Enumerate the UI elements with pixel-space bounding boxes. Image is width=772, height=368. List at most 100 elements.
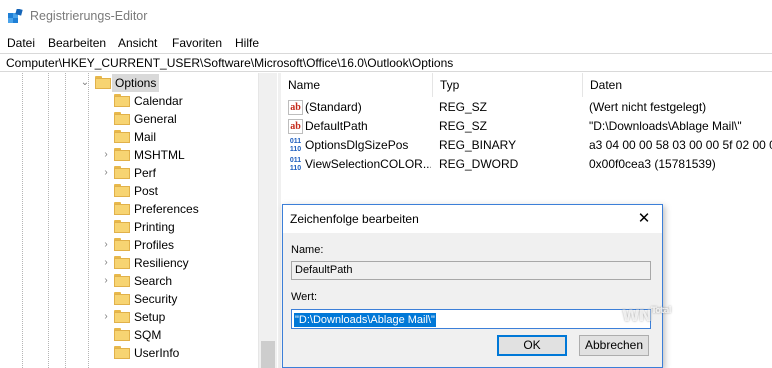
folder-icon bbox=[114, 130, 130, 143]
folder-icon bbox=[114, 94, 130, 107]
value-name-label: Name: bbox=[291, 244, 324, 256]
menu-ansicht[interactable]: Ansicht bbox=[118, 36, 157, 50]
chevron-right-icon[interactable]: › bbox=[101, 311, 111, 323]
chevron-down-icon[interactable]: ⌄ bbox=[80, 77, 90, 89]
value-row[interactable]: 011 110 OptionsDlgSizePos REG_BINARY a3 04 … bbox=[281, 136, 772, 155]
folder-icon bbox=[114, 346, 130, 359]
folder-icon bbox=[114, 148, 130, 161]
tree-item-label[interactable]: Profiles bbox=[131, 236, 177, 254]
folder-icon bbox=[114, 184, 130, 197]
registry-editor-icon bbox=[8, 9, 23, 23]
folder-icon bbox=[114, 292, 130, 305]
tree-item-label[interactable]: General bbox=[131, 110, 180, 128]
menu-hilfe[interactable]: Hilfe bbox=[235, 36, 259, 50]
menu-datei[interactable]: Datei bbox=[7, 36, 35, 50]
tree-item[interactable]: › Setup bbox=[0, 308, 258, 326]
tree-item[interactable]: General bbox=[0, 110, 258, 128]
binary-value-icon: 011 110 bbox=[289, 138, 302, 153]
folder-icon bbox=[114, 112, 130, 125]
tree-item[interactable]: › Search bbox=[0, 272, 258, 290]
chevron-right-icon[interactable]: › bbox=[101, 257, 111, 269]
tree-item[interactable]: Preferences bbox=[0, 200, 258, 218]
tree-scrollbar[interactable] bbox=[258, 73, 277, 368]
tree-scrollbar-thumb[interactable] bbox=[261, 341, 275, 368]
tree-item-label[interactable]: Security bbox=[131, 290, 180, 308]
cancel-button[interactable]: Abbrechen bbox=[579, 335, 649, 356]
column-header-data[interactable]: Daten bbox=[583, 73, 772, 97]
menu-bar: Datei Bearbeiten Ansicht Favoriten Hilfe bbox=[0, 34, 772, 52]
tree-item[interactable]: › Profiles bbox=[0, 236, 258, 254]
folder-icon bbox=[114, 256, 130, 269]
tree-item[interactable]: › Resiliency bbox=[0, 254, 258, 272]
menu-bearbeiten[interactable]: Bearbeiten bbox=[48, 36, 106, 50]
value-row[interactable]: ab (Standard) REG_SZ (Wert nicht festgelegt… bbox=[281, 98, 772, 117]
chevron-right-icon[interactable]: › bbox=[101, 167, 111, 179]
column-header-type[interactable]: Typ bbox=[433, 73, 583, 97]
folder-icon bbox=[114, 310, 130, 323]
close-icon[interactable]: ✕ bbox=[634, 209, 654, 229]
title-bar: Registrierungs-Editor bbox=[0, 0, 772, 32]
tree-item-label[interactable]: MSHTML bbox=[131, 146, 188, 164]
binary-value-icon: 011 110 bbox=[289, 157, 302, 172]
tree-item[interactable]: UserInfo bbox=[0, 344, 258, 362]
tree-item[interactable]: Calendar bbox=[0, 92, 258, 110]
value-data-cell: 0x00f0cea3 (15781539) bbox=[589, 157, 716, 171]
value-type-cell: REG_DWORD bbox=[439, 157, 519, 171]
chevron-right-icon[interactable]: › bbox=[101, 149, 111, 161]
value-name-cell: DefaultPath bbox=[305, 119, 368, 133]
chevron-right-icon[interactable]: › bbox=[101, 239, 111, 251]
folder-icon bbox=[114, 220, 130, 233]
value-data-text[interactable]: "D:\Downloads\Ablage Mail\" bbox=[294, 313, 436, 327]
tree-item-label[interactable]: Preferences bbox=[131, 200, 202, 218]
tree-item-label[interactable]: Resiliency bbox=[131, 254, 192, 272]
folder-icon bbox=[114, 274, 130, 287]
value-row[interactable]: ab DefaultPath REG_SZ "D:\Downloads\Ablage … bbox=[281, 117, 772, 136]
tree-item-label[interactable]: Printing bbox=[131, 218, 178, 236]
value-name-field: DefaultPath bbox=[291, 261, 651, 280]
value-name-cell: ViewSelectionCOLOR... bbox=[305, 157, 431, 171]
folder-icon bbox=[114, 328, 130, 341]
string-value-icon: ab bbox=[288, 100, 303, 115]
folder-icon bbox=[114, 202, 130, 215]
tree-item[interactable]: Post bbox=[0, 182, 258, 200]
tree-item-label[interactable]: Perf bbox=[131, 164, 159, 182]
window-title: Registrierungs-Editor bbox=[30, 9, 148, 23]
tree-item[interactable]: Printing bbox=[0, 218, 258, 236]
tree-item-label[interactable]: UserInfo bbox=[131, 344, 182, 362]
watermark-logo: WNTotal bbox=[622, 306, 672, 325]
tree-item-label[interactable]: Post bbox=[131, 182, 161, 200]
folder-icon bbox=[95, 76, 111, 89]
tree-item-label[interactable]: Search bbox=[131, 272, 175, 290]
value-data-label: Wert: bbox=[291, 291, 318, 303]
value-type-cell: REG_SZ bbox=[439, 100, 488, 114]
key-tree[interactable]: ⌄ Options Calendar General Mail › MSHTML › Perf P… bbox=[0, 73, 277, 368]
value-name-cell: OptionsDlgSizePos bbox=[305, 138, 409, 152]
folder-icon bbox=[114, 166, 130, 179]
tree-item-label[interactable]: Options bbox=[112, 74, 160, 92]
value-data-cell: (Wert nicht festgelegt) bbox=[589, 100, 707, 114]
tree-item[interactable]: › MSHTML bbox=[0, 146, 258, 164]
tree-item[interactable]: › Perf bbox=[0, 164, 258, 182]
tree-item-label[interactable]: SQM bbox=[131, 326, 164, 344]
ok-button[interactable]: OK bbox=[497, 335, 567, 356]
value-type-cell: REG_SZ bbox=[439, 119, 488, 133]
edit-string-dialog: Zeichenfolge bearbeiten ✕ Name: DefaultP… bbox=[282, 204, 663, 368]
chevron-right-icon[interactable]: › bbox=[101, 275, 111, 287]
tree-item[interactable]: SQM bbox=[0, 326, 258, 344]
address-path[interactable]: Computer\HKEY_CURRENT_USER\Software\Micr… bbox=[6, 56, 453, 70]
tree-item[interactable]: Mail bbox=[0, 128, 258, 146]
address-bar[interactable]: Computer\HKEY_CURRENT_USER\Software\Micr… bbox=[0, 53, 772, 72]
tree-item[interactable]: Security bbox=[0, 290, 258, 308]
dialog-title-bar: Zeichenfolge bearbeiten ✕ bbox=[283, 205, 662, 233]
tree-item-label[interactable]: Mail bbox=[131, 128, 159, 146]
tree-item-label[interactable]: Calendar bbox=[131, 92, 186, 110]
tree-item[interactable]: ⌄ Options bbox=[0, 74, 258, 92]
value-type-cell: REG_BINARY bbox=[439, 138, 517, 152]
value-data-input[interactable]: "D:\Downloads\Ablage Mail\" bbox=[291, 309, 651, 329]
value-row[interactable]: 011 110 ViewSelectionCOLOR... REG_DWORD 0x0… bbox=[281, 155, 772, 174]
value-data-cell: "D:\Downloads\Ablage Mail\" bbox=[589, 119, 742, 133]
column-header-name[interactable]: Name bbox=[281, 73, 433, 97]
value-name-cell: (Standard) bbox=[305, 100, 362, 114]
menu-favoriten[interactable]: Favoriten bbox=[172, 36, 222, 50]
tree-item-label[interactable]: Setup bbox=[131, 308, 168, 326]
